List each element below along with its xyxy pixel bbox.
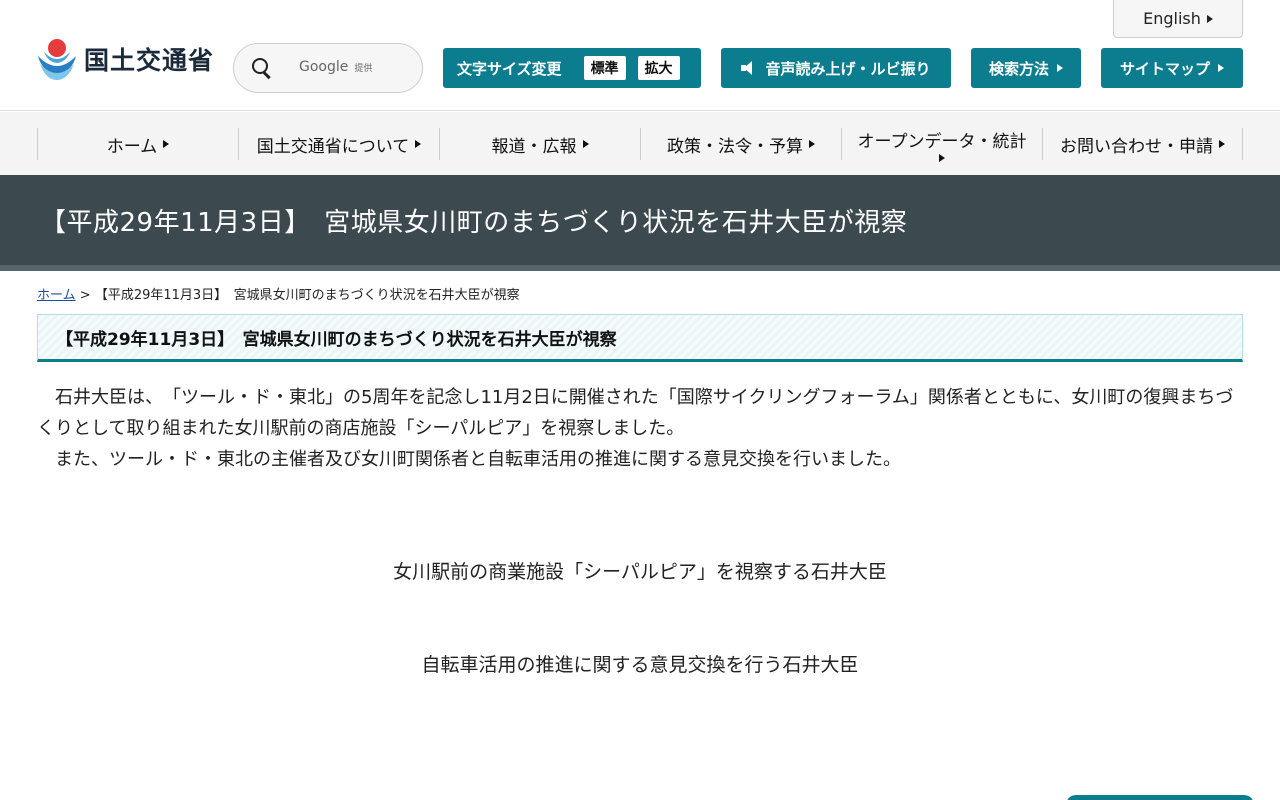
arrow-right-icon [1057, 64, 1063, 72]
nav-item-label: オープンデータ・統計 [857, 131, 1027, 152]
search-method-label: 検索方法 [988, 59, 1049, 78]
search-input[interactable] [294, 60, 414, 76]
breadcrumb-current: 【平成29年11月3日】 宮城県女川町のまちづくり状況を石井大臣が視察 [94, 288, 520, 303]
search-method-button[interactable]: 検索方法 [971, 48, 1081, 88]
breadcrumb: ホーム > 【平成29年11月3日】 宮城県女川町のまちづくり状況を石井大臣が視… [37, 284, 520, 303]
nav-item-label: 政策・法令・予算 [667, 136, 803, 157]
site-header: 国土交通省 Google 提供 English 文字サイズ変更 標準 拡大 音声読… [0, 0, 1280, 111]
nav-item-home[interactable]: ホーム [37, 128, 238, 160]
voice-ruby-label: 音声読み上げ・ルビ振り [765, 59, 931, 78]
nav-item-about[interactable]: 国土交通省について [238, 128, 439, 160]
arrow-right-icon [163, 140, 170, 148]
sitemap-label: サイトマップ [1119, 59, 1210, 78]
section-heading: 【平成29年11月3日】 宮城県女川町のまちづくり状況を石井大臣が視察 [37, 314, 1243, 362]
arrow-right-icon [809, 140, 815, 148]
nav-item-label: ホーム [106, 136, 158, 157]
nav-item-policy[interactable]: 政策・法令・予算 [640, 128, 841, 160]
nav-item-opendata[interactable]: オープンデータ・統計 [841, 128, 1042, 162]
title-underline [0, 265, 1280, 271]
site-search[interactable]: Google 提供 [233, 43, 423, 93]
arrow-right-icon [1218, 64, 1224, 72]
page-top-button[interactable] [1066, 795, 1254, 800]
sitemap-button[interactable]: サイトマップ [1101, 48, 1243, 88]
breadcrumb-home-link[interactable]: ホーム [37, 288, 76, 303]
arrow-right-icon [1219, 140, 1225, 148]
global-nav: ホーム 国土交通省について 報道・広報 政策・法令・予算 オープンデータ・統計 … [0, 112, 1280, 175]
article-paragraph: 石井大臣は、 「ツール・ド・東北」の5周年を記念し11月2日に開催された「国際サ… [37, 387, 1234, 439]
nav-item-label: お問い合わせ・申請 [1060, 136, 1213, 157]
font-size-standard-button[interactable]: 標準 [583, 56, 626, 80]
speaker-icon [741, 61, 757, 75]
page-title-band: 【平成29年11月3日】 宮城県女川町のまちづくり状況を石井大臣が視察 [0, 175, 1280, 265]
voice-ruby-button[interactable]: 音声読み上げ・ルビ振り [721, 48, 951, 88]
page-title: 【平成29年11月3日】 宮城県女川町のまちづくり状況を石井大臣が視察 [40, 207, 908, 238]
nav-item-label: 報道・広報 [491, 136, 577, 157]
article-body: 石井大臣は、 「ツール・ド・東北」の5周年を記念し11月2日に開催された「国際サ… [37, 382, 1243, 475]
article-paragraph: また、ツール・ド・東北の主催者及び女川町関係者と自転車活用の推進に関する意見交換… [37, 449, 901, 470]
search-icon[interactable] [250, 56, 274, 80]
arrow-right-icon [939, 153, 945, 162]
arrow-right-icon [415, 140, 422, 148]
arrow-right-icon [582, 140, 589, 148]
nav-item-contact[interactable]: お問い合わせ・申請 [1042, 128, 1243, 160]
photo-caption: 自転車活用の推進に関する意見交換を行う石井大臣 [421, 654, 859, 676]
font-size-large-button[interactable]: 拡大 [637, 56, 680, 80]
breadcrumb-separator: > [79, 288, 91, 303]
logo-text: 国土交通省 [84, 46, 215, 75]
font-size-label: 文字サイズ変更 [457, 59, 562, 78]
english-label: English [1143, 9, 1201, 28]
arrow-right-icon [1206, 14, 1213, 23]
font-size-control: 文字サイズ変更 標準 拡大 [443, 48, 701, 88]
mlit-logo-icon [38, 39, 76, 80]
photo-caption: 女川駅前の商業施設「シーパルピア」を視察する石井大臣 [393, 561, 887, 583]
nav-item-press[interactable]: 報道・広報 [439, 128, 640, 160]
english-link[interactable]: English [1113, 0, 1243, 38]
site-logo[interactable]: 国土交通省 [36, 36, 214, 82]
nav-item-label: 国土交通省について [256, 136, 410, 157]
